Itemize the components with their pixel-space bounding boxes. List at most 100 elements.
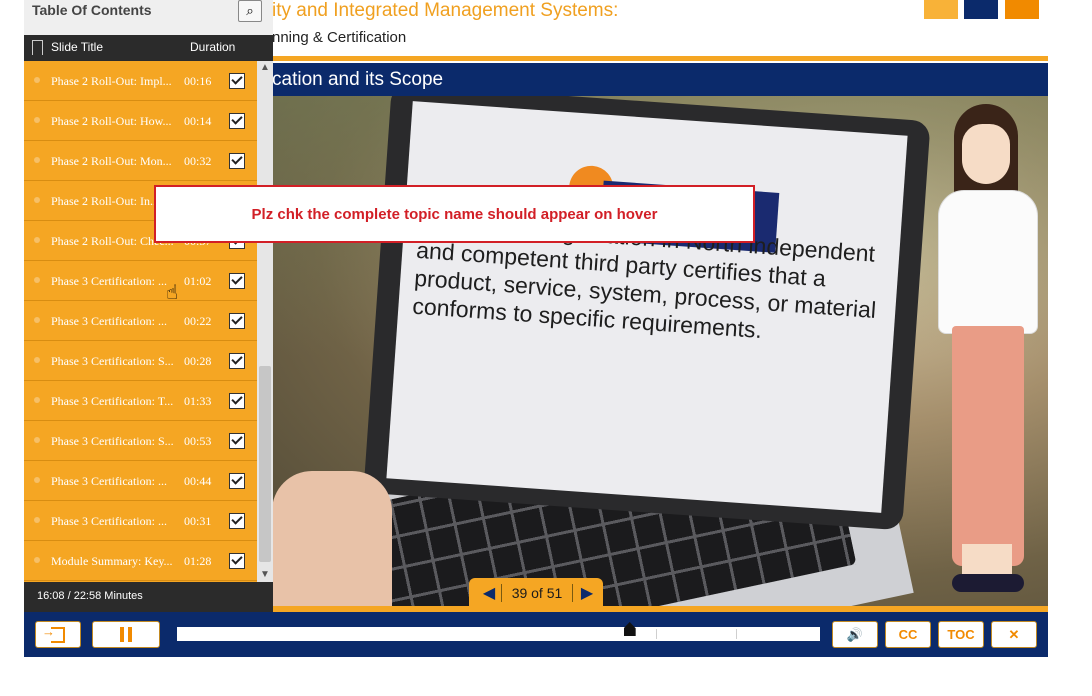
toc-row[interactable]: Phase 2 Roll-Out: How... 00:14 — [24, 101, 257, 141]
character-skirt — [952, 326, 1024, 566]
toc-row[interactable]: Phase 3 Certification: ... 00:44 — [24, 461, 257, 501]
completed-checkbox-icon — [229, 73, 245, 89]
course-subtitle: nning & Certification — [272, 29, 407, 46]
brand-square-navy — [964, 0, 998, 19]
slide-stage: America, or registration in North indepe… — [272, 96, 1048, 606]
speaker-icon: 🔊 — [846, 626, 864, 642]
progress-tick — [656, 629, 657, 639]
slide-counter-label: 39 of 51 — [511, 585, 563, 601]
toc-toggle-button[interactable]: TOC — [938, 621, 984, 648]
toc-row-title: Phase 2 Roll-Out: In... — [51, 194, 159, 208]
exit-button[interactable] — [35, 621, 81, 648]
row-bullet-icon — [34, 317, 40, 323]
row-bullet-icon — [34, 157, 40, 163]
bookmark-icon — [32, 40, 43, 55]
brand-square-orange — [1005, 0, 1039, 19]
close-button[interactable]: ✕ — [991, 621, 1037, 648]
character-face — [962, 124, 1010, 184]
completed-checkbox-icon — [229, 113, 245, 129]
table-of-contents-panel: Table Of Contents ⌕ Slide Title Duration… — [24, 0, 273, 612]
toc-row-title: Phase 2 Roll-Out: How... — [51, 114, 172, 128]
player-control-bar: 🔊 CC TOC ✕ — [24, 606, 1048, 657]
toc-row-duration: 00:16 — [184, 74, 212, 88]
toc-row[interactable]: Phase 3 Certification: T... 01:33 — [24, 381, 257, 421]
previous-slide-button[interactable]: ◀ — [475, 578, 503, 608]
pause-icon — [120, 627, 132, 642]
completed-checkbox-icon — [229, 153, 245, 169]
row-bullet-icon — [34, 277, 40, 283]
column-slide-title: Slide Title — [51, 40, 104, 54]
row-bullet-icon — [34, 237, 40, 243]
scroll-down-button[interactable]: ▼ — [257, 568, 273, 582]
toc-row[interactable]: Phase 3 Certification: ... 01:02 — [24, 261, 257, 301]
search-icon: ⌕ — [246, 3, 254, 18]
slide-counter: ◀ 39 of 51 ▶ — [469, 578, 603, 608]
toc-row[interactable]: Phase 3 Certification: ... 00:22 — [24, 301, 257, 341]
hand-cursor-icon: ☝ — [166, 282, 179, 304]
exit-icon — [42, 624, 65, 643]
slide-title-banner: cation and its Scope — [272, 63, 1048, 96]
toc-column-header: Slide Title Duration — [24, 35, 273, 61]
volume-button[interactable]: 🔊 — [832, 621, 878, 648]
elapsed-time: 16:08 / 22:58 Minutes — [37, 590, 143, 602]
toc-row-duration: 01:02 — [184, 274, 212, 288]
laptop-lid: America, or registration in North indepe… — [363, 96, 931, 531]
toc-row-duration: 00:31 — [184, 514, 212, 528]
toc-row-title: Phase 2 Roll-Out: Impl... — [51, 74, 172, 88]
hand-image — [272, 471, 392, 606]
toc-row[interactable]: Phase 3 Certification: ... 00:31 — [24, 501, 257, 541]
presenter-character — [932, 104, 1042, 604]
progress-marker-icon[interactable] — [623, 622, 636, 636]
toc-row-duration: 00:44 — [184, 474, 212, 488]
toc-row-duration: 00:22 — [184, 314, 212, 328]
row-bullet-icon — [34, 557, 40, 563]
progress-bar[interactable] — [177, 627, 820, 641]
closed-captions-button[interactable]: CC — [885, 621, 931, 648]
toc-row[interactable]: Phase 3 Certification: S... 00:53 — [24, 421, 257, 461]
row-bullet-icon — [34, 477, 40, 483]
laptop-screen: America, or registration in North indepe… — [386, 101, 908, 513]
scroll-thumb[interactable] — [259, 366, 271, 562]
scroll-up-button[interactable]: ▲ — [257, 61, 273, 75]
toc-row-title: Phase 3 Certification: ... — [51, 514, 167, 528]
row-bullet-icon — [34, 397, 40, 403]
toc-row-duration: 01:33 — [184, 394, 212, 408]
progress-fill — [177, 627, 630, 641]
row-bullet-icon — [34, 197, 40, 203]
toc-row[interactable]: Phase 2 Roll-Out: Impl... 00:16 — [24, 61, 257, 101]
completed-checkbox-icon — [229, 273, 245, 289]
toc-row[interactable]: Phase 2 Roll-Out: Mon... 00:32 — [24, 141, 257, 181]
column-duration: Duration — [190, 40, 236, 54]
toc-row-title: Phase 2 Roll-Out: Mon... — [51, 154, 172, 168]
row-bullet-icon — [34, 357, 40, 363]
toc-row-duration: 00:32 — [184, 154, 212, 168]
character-blouse — [938, 190, 1038, 334]
toc-search-button[interactable]: ⌕ — [238, 0, 262, 22]
close-icon: ✕ — [1008, 626, 1020, 642]
completed-checkbox-icon — [229, 473, 245, 489]
progress-tick — [736, 629, 737, 639]
toc-row[interactable]: Phase 3 Certification: S... 00:28 — [24, 341, 257, 381]
slide-title: cation and its Scope — [272, 69, 444, 90]
completed-checkbox-icon — [229, 433, 245, 449]
review-annotation: Plz chk the complete topic name should a… — [154, 185, 755, 243]
toc-row-title: Phase 3 Certification: ... — [51, 474, 167, 488]
brand-square-light-orange — [924, 0, 958, 19]
toc-row-duration: 00:14 — [184, 114, 212, 128]
toc-header: Table Of Contents ⌕ — [24, 0, 273, 35]
toc-row-duration: 00:53 — [184, 434, 212, 448]
toc-row-duration: 00:28 — [184, 354, 212, 368]
completed-checkbox-icon — [229, 353, 245, 369]
completed-checkbox-icon — [229, 513, 245, 529]
toc-row-duration: 01:28 — [184, 554, 212, 568]
toc-row[interactable]: Module Summary: Key... 01:28 — [24, 541, 257, 581]
control-bar-accent — [273, 606, 1048, 612]
completed-checkbox-icon — [229, 553, 245, 569]
toc-title: Table Of Contents — [32, 2, 152, 18]
row-bullet-icon — [34, 117, 40, 123]
toc-scrollbar[interactable]: ▲ ▼ — [257, 61, 273, 582]
completed-checkbox-icon — [229, 313, 245, 329]
next-slide-button[interactable]: ▶ — [573, 578, 601, 608]
pause-button[interactable] — [92, 621, 160, 648]
toc-row-title: Phase 3 Certification: S... — [51, 434, 174, 448]
